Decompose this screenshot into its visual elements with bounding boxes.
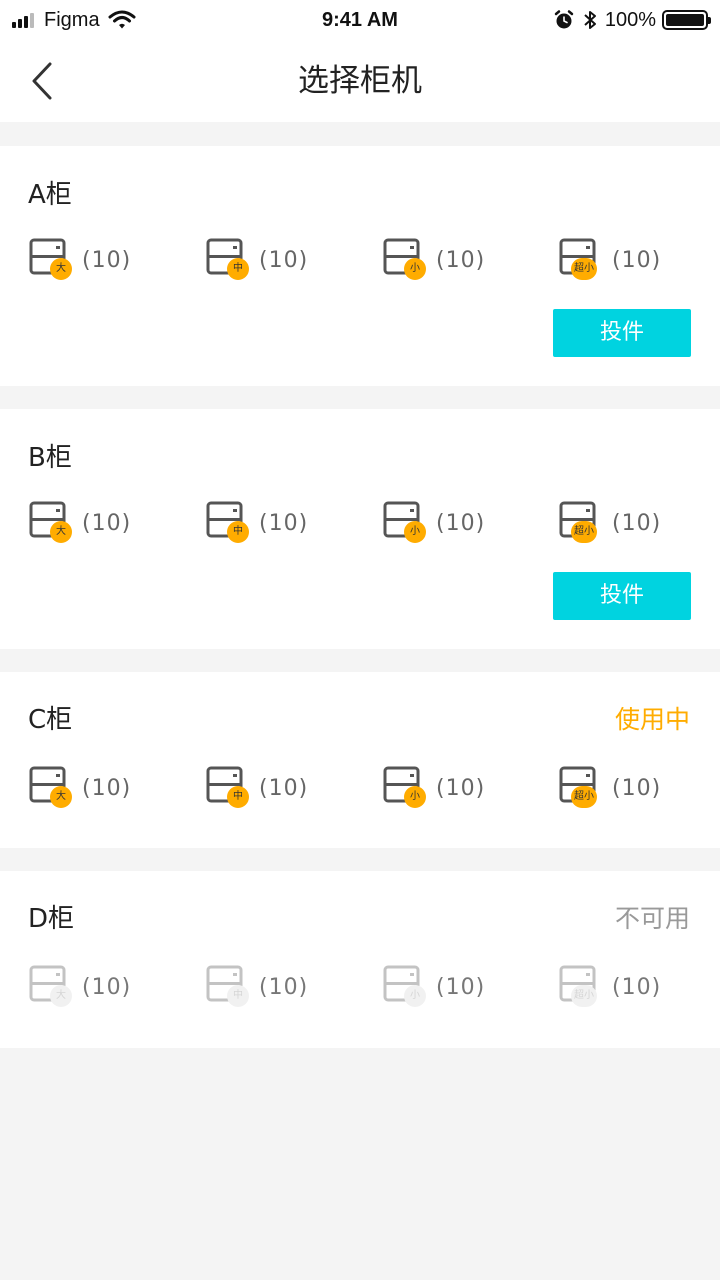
cabinet-icon: 大 [28,236,76,284]
drop-off-button[interactable]: 投件 [553,309,691,357]
cabinet-icon: 中 [205,236,253,284]
size-badge: 大 [50,786,72,808]
slot-count: (10) [259,510,309,536]
page-title: 选择柜机 [298,63,422,99]
size-badge: 中 [227,985,249,1007]
cabinet-icon: 大 [28,499,76,547]
cabinet-icon: 大 [28,764,76,812]
slot-count: (10) [259,247,309,273]
size-badge: 小 [404,521,426,543]
carrier-name: Figma [44,8,100,31]
slot-count: (10) [436,247,486,273]
slot-medium: 中 (10) [205,963,308,1011]
slot-small[interactable]: 小 (10) [382,764,485,812]
cabinet-icon: 小 [382,764,430,812]
status-unavailable: 不可用 [614,904,690,933]
slot-medium[interactable]: 中 (10) [205,236,308,284]
drop-off-button[interactable]: 投件 [553,572,691,620]
size-badge: 中 [227,258,249,280]
locker-name: B柜 [28,443,72,473]
chevron-left-icon[interactable] [26,60,62,102]
slot-medium[interactable]: 中 (10) [205,764,308,812]
size-badge: 中 [227,521,249,543]
alarm-icon [554,10,574,29]
slot-count: (10) [612,974,662,1000]
slot-extra-small[interactable]: 超小 (10) [558,499,661,547]
size-badge: 大 [50,521,72,543]
battery-percent: 100% [604,8,656,31]
slot-count: (10) [82,974,132,1000]
slot-count: (10) [259,974,309,1000]
slot-count: (10) [612,510,662,536]
slot-count: (10) [82,247,132,273]
slot-large[interactable]: 大 (10) [28,764,131,812]
slot-count: (10) [612,247,662,273]
cabinet-icon: 小 [382,236,430,284]
cabinet-icon: 中 [205,764,253,812]
slot-count: (10) [436,510,486,536]
locker-name: A柜 [28,180,72,210]
slot-small: 小 (10) [382,963,485,1011]
slot-count: (10) [612,775,662,801]
size-badge: 超小 [571,258,597,280]
slot-large[interactable]: 大 (10) [28,236,131,284]
cabinet-icon: 超小 [558,764,606,812]
locker-name: D柜 [28,904,75,934]
slot-count: (10) [259,775,309,801]
size-badge: 中 [227,786,249,808]
slot-large[interactable]: 大 (10) [28,499,131,547]
status-in-use: 使用中 [614,705,690,734]
cabinet-icon: 中 [205,963,253,1011]
bluetooth-icon [584,11,596,29]
slot-large: 大 (10) [28,963,131,1011]
cabinet-icon: 中 [205,499,253,547]
locker-card-b: B柜 大 (10) 中 (10) 小 (10) 超小 (10) 投件 [0,409,720,649]
size-badge: 大 [50,985,72,1007]
cabinet-icon: 小 [382,963,430,1011]
slot-extra-small[interactable]: 超小 (10) [558,764,661,812]
cabinet-icon: 大 [28,963,76,1011]
slot-extra-small[interactable]: 超小 (10) [558,236,661,284]
cabinet-icon: 超小 [558,963,606,1011]
size-badge: 超小 [571,985,597,1007]
locker-card-c: C柜 使用中 大 (10) 中 (10) 小 (10) 超小 (10) [0,672,720,848]
status-bar: Figma 9:41 AM 100% [0,0,720,40]
wifi-icon [108,10,136,29]
slot-small[interactable]: 小 (10) [382,236,485,284]
locker-name: C柜 [28,705,73,735]
cabinet-icon: 超小 [558,236,606,284]
size-badge: 超小 [571,521,597,543]
slot-extra-small: 超小 (10) [558,963,661,1011]
slot-small[interactable]: 小 (10) [382,499,485,547]
slot-count: (10) [436,974,486,1000]
slot-count: (10) [436,775,486,801]
slot-count: (10) [82,510,132,536]
slot-count: (10) [82,775,132,801]
size-badge: 小 [404,985,426,1007]
signal-icon [12,12,36,28]
locker-card-a: A柜 大 (10) 中 (10) 小 (10) 超小 (10) 投件 [0,146,720,386]
cabinet-icon: 超小 [558,499,606,547]
battery-icon [662,10,711,30]
locker-card-d: D柜 不可用 大 (10) 中 (10) 小 (10) 超小 (10) [0,871,720,1048]
size-badge: 超小 [571,786,597,808]
size-badge: 大 [50,258,72,280]
nav-bar: 选择柜机 [0,40,720,122]
cabinet-icon: 小 [382,499,430,547]
size-badge: 小 [404,258,426,280]
size-badge: 小 [404,786,426,808]
slot-medium[interactable]: 中 (10) [205,499,308,547]
